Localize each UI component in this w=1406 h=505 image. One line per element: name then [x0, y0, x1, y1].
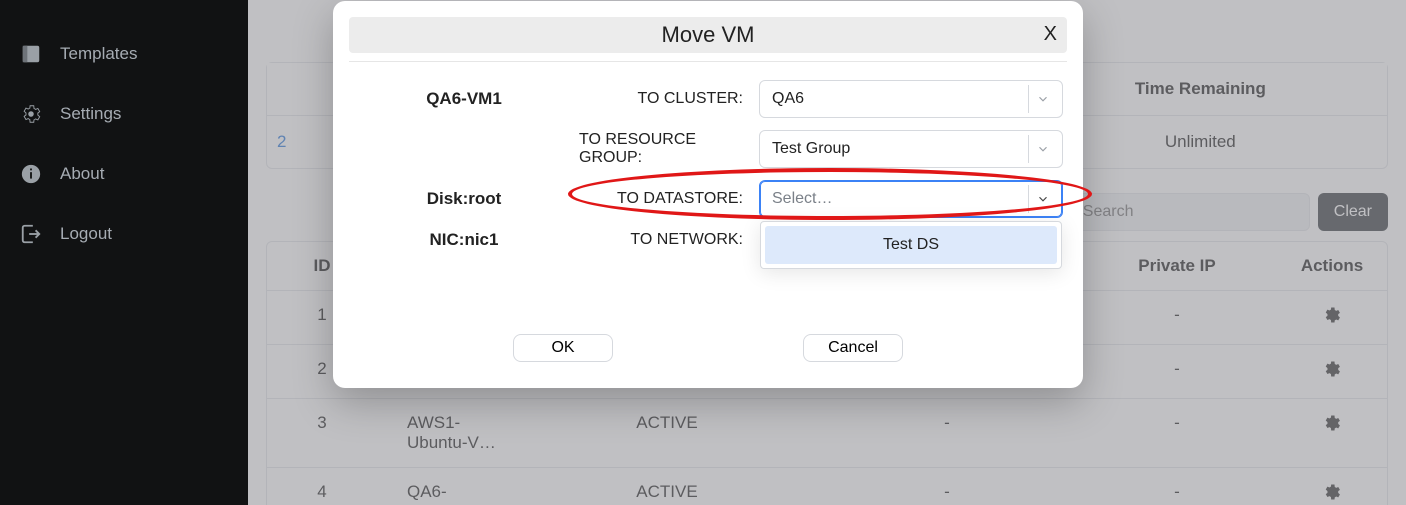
- network-label: TO NETWORK:: [579, 231, 759, 249]
- sidebar-item-templates[interactable]: Templates: [0, 24, 248, 84]
- divider: [349, 61, 1067, 62]
- sidebar-item-settings[interactable]: Settings: [0, 84, 248, 144]
- modal-title-bar: Move VM X: [349, 17, 1067, 53]
- chevron-down-icon: [1028, 85, 1056, 113]
- vm-name-label: QA6-VM1: [349, 89, 579, 109]
- datastore-label: TO DATASTORE:: [579, 190, 759, 208]
- logout-icon: [20, 223, 42, 245]
- modal-title: Move VM: [349, 22, 1067, 48]
- datastore-placeholder: Select…: [772, 190, 832, 208]
- cluster-select[interactable]: QA6: [759, 80, 1063, 118]
- sidebar-item-label: Logout: [60, 224, 112, 244]
- move-vm-modal: Move VM X QA6-VM1 TO CLUSTER: QA6 TO RES…: [333, 1, 1083, 388]
- sidebar-item-label: Settings: [60, 104, 121, 124]
- close-button[interactable]: X: [1044, 23, 1057, 46]
- sidebar-item-logout[interactable]: Logout: [0, 204, 248, 264]
- sidebar-item-about[interactable]: About: [0, 144, 248, 204]
- sidebar-item-label: About: [60, 164, 104, 184]
- chevron-down-icon: [1028, 185, 1056, 213]
- templates-icon: [20, 43, 42, 65]
- resource-group-select[interactable]: Test Group: [759, 130, 1063, 168]
- datastore-select[interactable]: Select… Test DS: [759, 180, 1063, 218]
- datastore-dropdown: Test DS: [760, 221, 1062, 269]
- gear-icon: [20, 103, 42, 125]
- sidebar-item-label: Templates: [60, 44, 137, 64]
- cluster-label: TO CLUSTER:: [579, 90, 759, 108]
- resource-group-label: TO RESOURCE GROUP:: [579, 131, 759, 167]
- disk-section-label: Disk:root: [349, 189, 579, 209]
- nic-section-label: NIC:nic1: [349, 230, 579, 250]
- cancel-button[interactable]: Cancel: [803, 334, 903, 362]
- datastore-option[interactable]: Test DS: [765, 226, 1057, 264]
- ok-button[interactable]: OK: [513, 334, 613, 362]
- chevron-down-icon: [1028, 135, 1056, 163]
- info-icon: [20, 163, 42, 185]
- sidebar: Templates Settings About Logout: [0, 0, 248, 505]
